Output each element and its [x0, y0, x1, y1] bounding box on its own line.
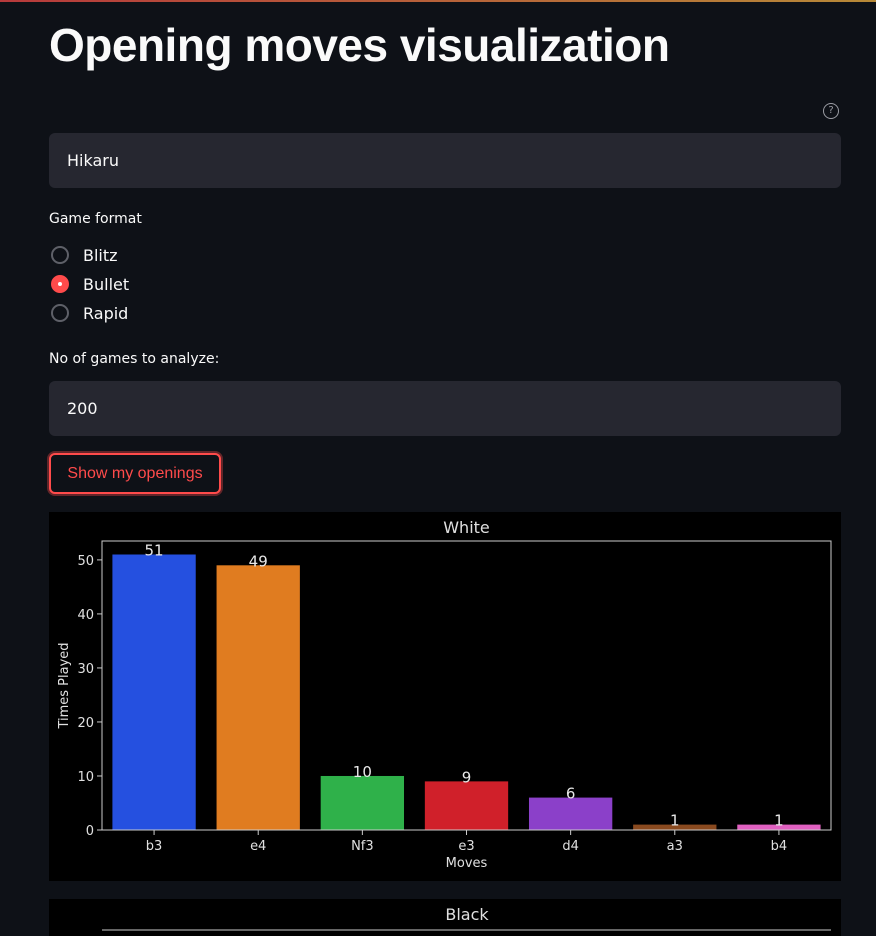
radio-circle-icon[interactable]	[51, 246, 69, 264]
y-tick-label: 20	[77, 716, 94, 731]
x-tick-label: Nf3	[351, 839, 374, 854]
bar-e4	[216, 565, 300, 830]
radio-option-blitz[interactable]: Blitz	[51, 243, 118, 267]
x-tick-label: e3	[458, 839, 474, 854]
chart-title: White	[443, 518, 490, 537]
data-label: 49	[249, 552, 268, 570]
data-label: 6	[566, 785, 576, 803]
data-label: 1	[774, 812, 784, 830]
show-openings-button[interactable]: Show my openings	[49, 453, 221, 494]
question-circle-icon[interactable]: ?	[823, 103, 839, 119]
bar-b3	[112, 554, 196, 830]
white-chart: White 51 b3 49 e4 10 Nf3 9 e3 6 d4 1 a3 1 b4 0 10 20 30 40 5…	[49, 512, 841, 881]
radio-option-bullet[interactable]: Bullet	[51, 272, 129, 296]
y-tick-label: 30	[77, 662, 94, 677]
x-tick-label: b3	[146, 839, 163, 854]
x-tick-label: d4	[562, 839, 579, 854]
game-format-label: Game format	[49, 211, 142, 227]
x-tick-label: a3	[667, 839, 683, 854]
x-tick-label: b4	[771, 839, 788, 854]
white-chart-svg: White 51 b3 49 e4 10 Nf3 9 e3 6 d4 1 a3 1 b4 0 10 20 30 40 5…	[57, 518, 832, 871]
radio-circle-icon[interactable]	[51, 304, 69, 322]
top-accent-line	[0, 0, 876, 2]
x-tick-label: e4	[250, 839, 266, 854]
data-label: 9	[462, 768, 472, 786]
y-tick-label: 0	[86, 824, 94, 839]
radio-option-rapid[interactable]: Rapid	[51, 301, 128, 325]
games-count-label: No of games to analyze:	[49, 351, 220, 367]
page-title: Opening moves visualization	[49, 19, 670, 71]
y-axis-label: Times Played	[57, 642, 72, 729]
games-count-input[interactable]: 200	[49, 381, 841, 436]
username-input[interactable]: Hikaru	[49, 133, 841, 188]
y-tick-label: 40	[77, 608, 94, 623]
bar-Nf3	[320, 775, 405, 830]
bar-e3	[424, 781, 509, 830]
data-label: 51	[145, 542, 164, 560]
radio-label: Blitz	[83, 245, 118, 265]
radio-checked-icon[interactable]	[51, 275, 69, 293]
chart-title: Black	[445, 905, 489, 924]
black-chart: Black	[49, 899, 841, 936]
x-axis-label: Moves	[446, 856, 488, 871]
black-chart-svg: Black	[102, 905, 831, 931]
radio-label: Bullet	[83, 274, 130, 294]
radio-label: Rapid	[83, 303, 129, 323]
data-label: 1	[670, 812, 680, 830]
y-tick-label: 50	[77, 554, 94, 569]
y-tick-label: 10	[77, 770, 94, 785]
data-label: 10	[353, 763, 372, 781]
